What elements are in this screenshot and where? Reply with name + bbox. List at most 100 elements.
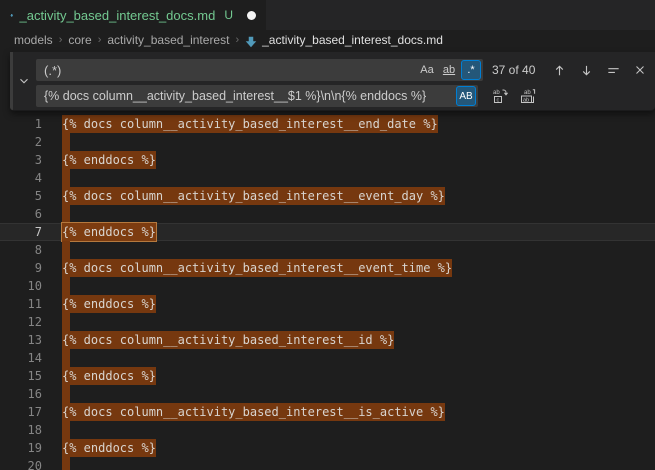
match-count: 37 of 40 xyxy=(492,63,535,77)
code-line[interactable]: 20 xyxy=(0,457,655,470)
chevron-right-icon: › xyxy=(98,34,102,46)
close-find-button[interactable] xyxy=(631,61,649,79)
line-number: 17 xyxy=(0,403,62,421)
find-match: {% docs column__activity_based_interest_… xyxy=(62,259,452,277)
code-lines: 1{% docs column__activity_based_interest… xyxy=(0,50,655,470)
line-number: 11 xyxy=(0,295,62,313)
line-number: 16 xyxy=(0,385,62,403)
breadcrumb-item[interactable]: _activity_based_interest_docs.md xyxy=(262,33,443,47)
replace-all-button[interactable]: ab ab xyxy=(519,87,537,105)
line-content: {% docs column__activity_based_interest_… xyxy=(62,259,452,277)
svg-text:ab: ab xyxy=(523,97,529,103)
line-content: {% enddocs %} xyxy=(62,367,156,385)
code-line[interactable]: 7{% enddocs %} xyxy=(0,223,655,241)
match-case-toggle[interactable]: Aa xyxy=(417,60,437,80)
regex-toggle[interactable]: .* xyxy=(461,60,481,80)
code-line[interactable]: 5{% docs column__activity_based_interest… xyxy=(0,187,655,205)
code-line[interactable]: 13{% docs column__activity_based_interes… xyxy=(0,331,655,349)
next-match-button[interactable] xyxy=(577,61,595,79)
previous-match-button[interactable] xyxy=(550,61,568,79)
line-content xyxy=(62,205,70,223)
find-match: {% enddocs %} xyxy=(62,367,156,385)
editor-pane[interactable]: 1{% docs column__activity_based_interest… xyxy=(0,50,655,470)
line-content: {% enddocs %} xyxy=(62,439,156,457)
code-line[interactable]: 2 xyxy=(0,133,655,151)
line-content: {% enddocs %} xyxy=(62,223,156,241)
find-input[interactable]: (.*) Aa ab .* xyxy=(36,59,483,81)
line-number: 2 xyxy=(0,133,62,151)
line-content xyxy=(62,277,70,295)
code-line[interactable]: 1{% docs column__activity_based_interest… xyxy=(0,115,655,133)
replace-icon: ab c xyxy=(492,88,508,104)
line-number: 8 xyxy=(0,241,62,259)
svg-text:c: c xyxy=(497,98,500,104)
find-match: {% docs column__activity_based_interest_… xyxy=(62,115,438,133)
chevron-right-icon: › xyxy=(235,34,239,46)
whole-word-toggle[interactable]: ab xyxy=(439,60,459,80)
replace-button[interactable]: ab c xyxy=(491,87,509,105)
find-match: {% docs column__activity_based_interest_… xyxy=(62,403,445,421)
find-in-selection-button[interactable] xyxy=(604,61,622,79)
code-line[interactable]: 14 xyxy=(0,349,655,367)
tab-bar: _activity_based_interest_docs.md U xyxy=(0,0,655,30)
code-line[interactable]: 9{% docs column__activity_based_interest… xyxy=(0,259,655,277)
toggle-replace-button[interactable] xyxy=(15,72,33,90)
code-line[interactable]: 6 xyxy=(0,205,655,223)
line-number: 9 xyxy=(0,259,62,277)
line-number: 4 xyxy=(0,169,62,187)
find-match-empty xyxy=(62,133,70,151)
code-line[interactable]: 15{% enddocs %} xyxy=(0,367,655,385)
selection-lines-icon xyxy=(606,63,621,78)
breadcrumb-item[interactable]: activity_based_interest xyxy=(107,33,229,47)
code-line[interactable]: 4 xyxy=(0,169,655,187)
tab-filename: _activity_based_interest_docs.md xyxy=(19,8,215,23)
code-line[interactable]: 11{% enddocs %} xyxy=(0,295,655,313)
code-line[interactable]: 17{% docs column__activity_based_interes… xyxy=(0,403,655,421)
breadcrumb-item[interactable]: models xyxy=(14,33,53,47)
line-content xyxy=(62,385,70,403)
find-match: {% enddocs %} xyxy=(62,439,156,457)
find-widget-sash[interactable] xyxy=(10,52,13,110)
editor-tab[interactable]: _activity_based_interest_docs.md U xyxy=(0,0,266,30)
code-line[interactable]: 18 xyxy=(0,421,655,439)
breadcrumb-item[interactable]: core xyxy=(68,33,91,47)
markdown-file-icon xyxy=(10,9,13,22)
line-number: 6 xyxy=(0,205,62,223)
line-content xyxy=(62,421,70,439)
replace-input[interactable]: {% docs column__activity_based_interest_… xyxy=(36,85,478,107)
code-line[interactable]: 8 xyxy=(0,241,655,259)
replace-all-icon: ab ab xyxy=(520,88,536,104)
line-number: 14 xyxy=(0,349,62,367)
find-match-empty xyxy=(62,349,70,367)
close-icon xyxy=(633,63,647,77)
find-match-empty xyxy=(62,169,70,187)
chevron-down-icon xyxy=(17,74,31,88)
whole-word-label: ab xyxy=(443,64,455,76)
arrow-up-icon xyxy=(552,63,567,78)
line-number: 18 xyxy=(0,421,62,439)
line-content xyxy=(62,133,70,151)
find-match-empty xyxy=(62,277,70,295)
find-widget: (.*) Aa ab .* 37 of 40 xyxy=(10,52,655,111)
find-match-empty xyxy=(62,313,70,331)
line-number: 5 xyxy=(0,187,62,205)
line-number: 20 xyxy=(0,457,62,470)
code-line[interactable]: 10 xyxy=(0,277,655,295)
preserve-case-toggle[interactable]: AB xyxy=(456,86,476,106)
modified-dot-icon[interactable] xyxy=(247,11,256,20)
line-content xyxy=(62,457,70,470)
find-match-empty xyxy=(62,421,70,439)
find-match: {% docs column__activity_based_interest_… xyxy=(62,187,445,205)
find-match-empty xyxy=(62,457,70,470)
find-input-value: (.*) xyxy=(44,63,417,78)
replace-input-value: {% docs column__activity_based_interest_… xyxy=(44,89,456,103)
svg-text:ab: ab xyxy=(524,90,531,96)
find-match: {% enddocs %} xyxy=(62,151,156,169)
code-line[interactable]: 3{% enddocs %} xyxy=(0,151,655,169)
code-line[interactable]: 19{% enddocs %} xyxy=(0,439,655,457)
line-content: {% docs column__activity_based_interest_… xyxy=(62,403,445,421)
code-line[interactable]: 12 xyxy=(0,313,655,331)
code-line[interactable]: 16 xyxy=(0,385,655,403)
line-content: {% docs column__activity_based_interest_… xyxy=(62,187,445,205)
line-number: 15 xyxy=(0,367,62,385)
